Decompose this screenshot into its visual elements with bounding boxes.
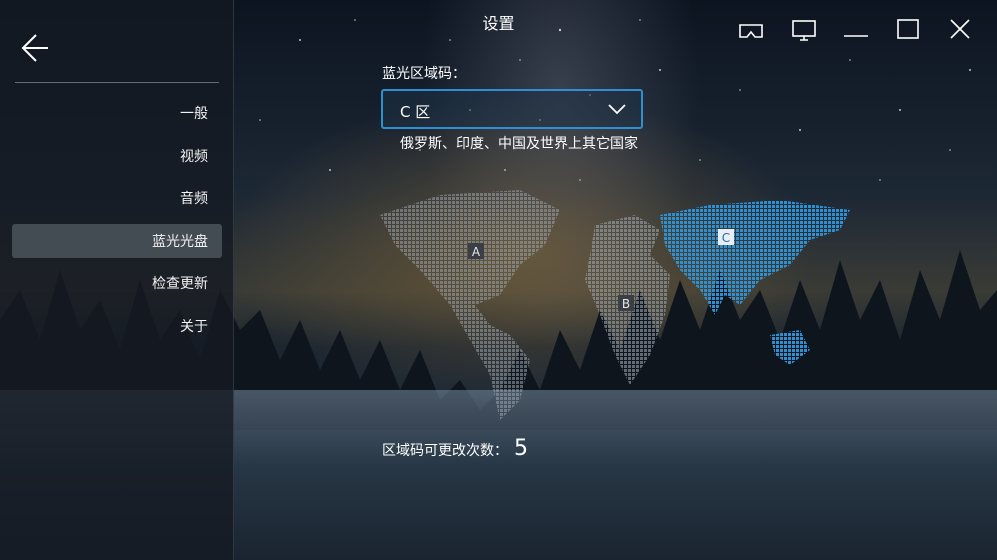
chevron-down-icon	[608, 104, 626, 115]
region-c-marker: C	[722, 231, 730, 245]
settings-sidebar: 一般 视频 音频 蓝光光盘 检查更新 关于	[0, 0, 234, 560]
close-icon[interactable]	[945, 16, 975, 44]
region-description: 俄罗斯、印度、中国及世界上其它国家	[400, 136, 638, 152]
region-a-marker: A	[472, 245, 481, 259]
vr-headset-icon[interactable]	[736, 16, 766, 44]
sidebar-item-audio[interactable]: 音频	[12, 181, 222, 215]
region-code-label: 蓝光区域码：	[382, 66, 466, 82]
sidebar-item-video[interactable]: 视频	[12, 139, 222, 173]
changes-label: 区域码可更改次数：	[382, 443, 508, 459]
region-world-map: A B C	[380, 190, 850, 420]
region-a-landmass	[380, 190, 560, 420]
maximize-icon[interactable]	[893, 16, 923, 44]
region-code-select[interactable]: C 区	[381, 89, 643, 129]
back-arrow-icon[interactable]	[16, 30, 52, 66]
sidebar-item-general[interactable]: 一般	[12, 96, 222, 130]
region-c-landmass[interactable]	[660, 200, 850, 365]
changes-count: 5	[514, 436, 528, 461]
sidebar-nav: 一般 视频 音频 蓝光光盘 检查更新 关于	[12, 96, 222, 352]
minimize-icon[interactable]	[841, 16, 871, 44]
sidebar-divider	[15, 82, 219, 83]
region-changes-remaining: 区域码可更改次数： 5	[382, 436, 528, 461]
sidebar-item-check-updates[interactable]: 检查更新	[12, 266, 222, 300]
sidebar-item-about[interactable]: 关于	[12, 309, 222, 343]
sidebar-item-bluray[interactable]: 蓝光光盘	[12, 223, 222, 258]
region-select-value: C 区	[400, 103, 431, 121]
region-b-marker: B	[622, 297, 630, 311]
monitor-icon[interactable]	[789, 16, 819, 44]
